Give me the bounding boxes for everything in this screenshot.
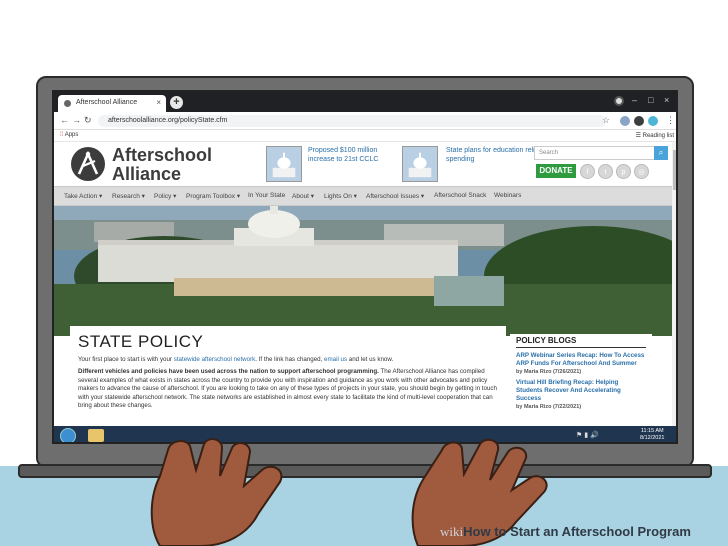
pinterest-icon[interactable]: p — [616, 164, 631, 179]
page-scrollbar[interactable] — [672, 142, 676, 426]
statewide-network-link[interactable]: statewide afterschool network — [174, 356, 256, 363]
minimize-icon[interactable]: – — [632, 95, 637, 105]
reading-list-button[interactable]: ☰ Reading list — [636, 132, 674, 139]
url-field[interactable]: afterschoolalliance.org/policyState.cfm — [98, 115, 606, 127]
intro-paragraph: Your first place to start is with your s… — [78, 356, 394, 363]
browser-tab[interactable]: Afterschool Alliance × — [58, 95, 166, 112]
body-paragraph: Different vehicles and policies have bee… — [78, 368, 497, 410]
blog-post-link[interactable]: ARP Webinar Series Recap: How To Access … — [516, 352, 646, 368]
nav-about[interactable]: About ▾ — [292, 192, 314, 200]
nav-webinars[interactable]: Webinars — [494, 192, 521, 199]
new-tab-button[interactable]: + — [170, 96, 183, 109]
account-avatar-icon[interactable] — [648, 116, 658, 126]
maximize-icon[interactable]: □ — [648, 95, 653, 105]
nav-afterschool-issues[interactable]: Afterschool Issues ▾ — [366, 192, 424, 200]
capitol-thumbnail[interactable] — [266, 146, 302, 182]
extension-icon[interactable] — [620, 116, 630, 126]
nav-policy[interactable]: Policy ▾ — [154, 192, 176, 200]
news-link[interactable]: Proposed $100 million increase to 21st C… — [308, 146, 404, 164]
facebook-icon[interactable]: f — [580, 164, 595, 179]
bookmarks-bar: ⁞⁞ Apps ☰ Reading list — [54, 130, 676, 142]
search-icon[interactable]: ⌕ — [654, 146, 668, 160]
page-title: STATE POLICY — [78, 332, 204, 351]
nav-research[interactable]: Research ▾ — [112, 192, 145, 200]
address-bar-row: ← → ↻ afterschoolalliance.org/policyStat… — [54, 112, 676, 130]
browser-tab-bar: Afterschool Alliance × + – □ × — [54, 92, 676, 112]
blog-post-link[interactable]: Virtual Hill Briefing Recap: Helping Stu… — [516, 379, 646, 403]
nav-program-toolbox[interactable]: Program Toolbox ▾ — [186, 192, 240, 200]
reading-list-icon: ☰ — [635, 133, 641, 139]
wikihow-branding: wikiHow to Start an Afterschool Program — [440, 524, 691, 539]
afterschool-alliance-logo-icon[interactable] — [70, 146, 106, 182]
twitter-icon[interactable]: t — [598, 164, 613, 179]
nav-take-action[interactable]: Take Action ▾ — [64, 192, 102, 200]
instagram-icon[interactable]: ◎ — [634, 164, 649, 179]
blogs-heading: POLICY BLOGS — [516, 336, 646, 348]
site-search-input[interactable]: Search — [534, 146, 666, 160]
blog-post-meta: by Maria Rizo (7/22/2021) — [516, 404, 582, 410]
close-window-icon[interactable]: × — [664, 95, 669, 105]
menu-kebab-icon[interactable]: ⋮ — [666, 115, 675, 126]
apps-grid-icon: ⁞⁞ — [60, 132, 64, 138]
forward-icon[interactable]: → — [72, 115, 81, 125]
tab-title: Afterschool Alliance — [76, 99, 138, 106]
extension-icon[interactable] — [634, 116, 644, 126]
laptop-screen: Afterschool Alliance × + – □ × ← → ↻ aft… — [52, 90, 678, 444]
back-icon[interactable]: ← — [60, 115, 69, 125]
email-us-link[interactable]: email us — [324, 356, 347, 363]
apps-bookmark[interactable]: ⁞⁞ Apps — [60, 132, 78, 138]
blog-post-meta: by Maria Rizo (7/26/2021) — [516, 369, 582, 375]
site-header: Afterschool Alliance Proposed $100 milli… — [54, 142, 676, 184]
nav-in-your-state[interactable]: In Your State — [248, 192, 285, 199]
profile-icon[interactable] — [614, 96, 624, 106]
reload-icon[interactable]: ↻ — [84, 115, 92, 126]
bookmark-star-icon[interactable]: ☆ — [602, 115, 610, 126]
capitol-hero-image — [54, 206, 676, 336]
close-tab-icon[interactable]: × — [156, 98, 161, 107]
news-link[interactable]: State plans for education relief spendin… — [446, 146, 542, 164]
nav-lights-on[interactable]: Lights On ▾ — [324, 192, 357, 200]
site-logo-text[interactable]: Afterschool Alliance — [112, 146, 212, 184]
capitol-thumbnail[interactable] — [402, 146, 438, 182]
donate-button[interactable]: DONATE — [536, 164, 576, 178]
site-nav: Take Action ▾ Research ▾ Policy ▾ Progra… — [54, 186, 676, 206]
scrollbar-thumb[interactable] — [673, 150, 676, 190]
site-favicon-icon — [64, 100, 71, 107]
nav-afterschool-snack[interactable]: Afterschool Snack — [434, 192, 486, 199]
